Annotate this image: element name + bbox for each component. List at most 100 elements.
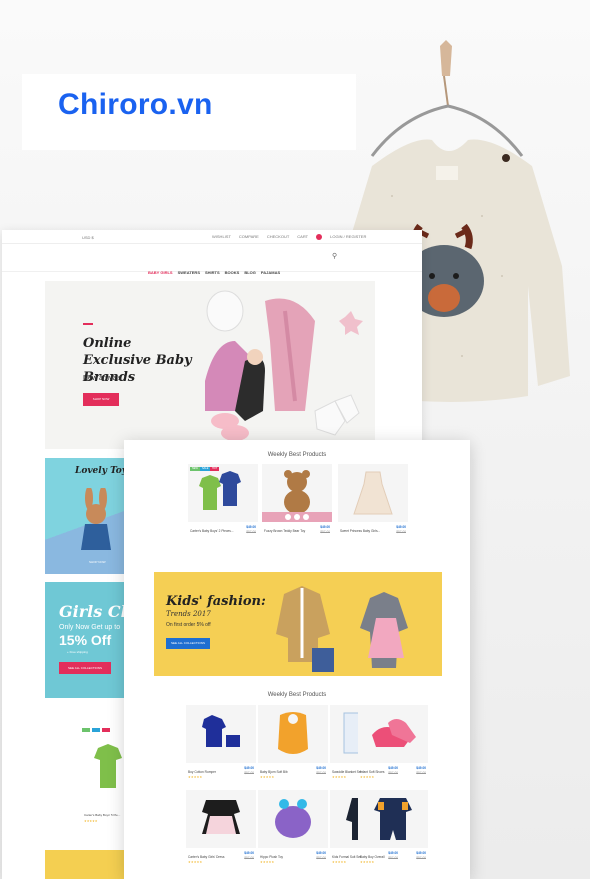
lovely-toys-card[interactable]: Lovely Toys SHOP NOW: [45, 458, 135, 574]
section-title-1: Weekly Best Products: [267, 452, 327, 458]
rating-stars: ★★★★★: [332, 775, 347, 779]
product-card[interactable]: Baby Bjorn Soft Bib $49.00 $57.00 ★★★★★: [258, 705, 328, 785]
banner-offer: On first order 5% off: [166, 622, 211, 628]
rating-stars: ★★★★★: [360, 775, 375, 779]
product-name[interactable]: Baby Boy Overall: [360, 855, 385, 859]
product-card[interactable]: Carter's Baby Girls' Dress $49.00 $57.00…: [186, 790, 256, 870]
rating-stars: ★★★★★: [260, 775, 275, 779]
product-card[interactable]: Fuzzy Brown Teddy Bear Toy $49.00 $57.00: [262, 464, 332, 544]
header: ⚲: [2, 244, 422, 272]
girls-clothes-percent: 15% Off: [59, 632, 112, 648]
rating-stars: ★★★★★: [360, 860, 375, 864]
rating-stars: ★★★★★: [188, 775, 203, 779]
search-icon[interactable]: ⚲: [332, 252, 337, 260]
new-badge: NEW: [190, 467, 200, 471]
nav-item-sweaters[interactable]: SWEATERS: [178, 270, 200, 275]
product-price: $49.00: [316, 766, 326, 770]
product-image: [199, 471, 241, 510]
product-old-price: $57.00: [244, 771, 254, 775]
nav-item-blog[interactable]: BLOG: [244, 270, 256, 275]
hot-badge: HOT: [210, 467, 220, 471]
product-name[interactable]: Swaddle Blanket Set: [332, 770, 361, 774]
product-price: $49.00: [416, 851, 426, 855]
product-card[interactable]: Baby Boy Overall $49.00 $57.00 ★★★★★: [358, 790, 428, 870]
product-name[interactable]: Baby Bjorn Soft Bib: [260, 770, 288, 774]
product-name[interactable]: Sweet Princess Baby Girls...: [340, 529, 380, 533]
product-image: [278, 712, 308, 754]
top-bar: USD $ WISHLIST COMPARE CHECKOUT CART LOG…: [2, 230, 422, 244]
girls-clothes-shipping: + Free shipping: [67, 650, 88, 654]
nav-item-baby-girls[interactable]: BABY GIRLS: [148, 270, 173, 275]
product-card[interactable]: Infant Soft Shoes $49.00 $57.00 ★★★★★: [358, 705, 428, 785]
kids-fashion-banner: Kids' fashion: Trends 2017 On first orde…: [154, 572, 442, 676]
product-price: $49.00: [244, 851, 254, 855]
banner-subtitle: Trends 2017: [166, 610, 211, 618]
product-old-price: $57.00: [246, 530, 256, 534]
nav-item-shirts[interactable]: SHIRTS: [205, 270, 220, 275]
product-name[interactable]: Carter's Baby Girls' Dress: [188, 855, 224, 859]
product-price: $49.00: [244, 766, 254, 770]
nav-item-pajamas[interactable]: PAJAMAS: [261, 270, 280, 275]
girls-clothes-line: Only Now Get up to: [59, 624, 121, 631]
hero-banner: Online Exclusive Baby Brands New arrival…: [45, 281, 375, 449]
currency-selector[interactable]: USD $: [82, 235, 94, 240]
checkout-link[interactable]: CHECKOUT: [267, 234, 289, 240]
banner-clothes-image: [276, 586, 408, 672]
cart-count-badge: [316, 234, 323, 240]
hero-accent-line: [83, 323, 93, 325]
product-image: [372, 719, 416, 747]
sale-badge: SALE: [200, 467, 211, 471]
product-price: $49.00: [396, 525, 406, 529]
svg-text:Carter's Baby Boys' 5 Pie...: Carter's Baby Boys' 5 Pie...: [84, 813, 120, 817]
girls-clothes-card[interactable]: Girls Clothes Only Now Get up to 15% Off…: [45, 582, 135, 698]
login-link[interactable]: LOGIN / REGISTER: [330, 234, 366, 240]
girls-clothes-button[interactable]: SEE ALL COLLECTIONS: [59, 662, 111, 674]
product-image: [353, 471, 393, 515]
product-price: $49.00: [320, 525, 330, 529]
rating-stars: ★★★★★: [260, 860, 275, 864]
back-yellow-strip: [45, 850, 135, 879]
watermark-box: Chiroro.vn: [22, 74, 356, 150]
product-old-price: $57.00: [316, 771, 326, 775]
section-title-2: Weekly Best Products: [267, 692, 327, 698]
product-name[interactable]: Boy Cotton Romper: [188, 770, 216, 774]
lovely-toys-shop-button[interactable]: SHOP NOW: [89, 560, 106, 564]
product-old-price: $57.00: [396, 530, 406, 534]
website-mockup-front: Weekly Best Products NEW SALE HOT Carter…: [124, 440, 470, 879]
product-card[interactable]: Sweet Princess Baby Girls... $49.00 $57.…: [338, 464, 408, 544]
hero-shop-now-button[interactable]: SHOP NOW: [83, 393, 119, 406]
banner-button[interactable]: SEE ALL COLLECTIONS: [166, 638, 210, 649]
hero-subtitle: New arrivals: [83, 375, 122, 382]
banner-title: Kids' fashion:: [166, 594, 266, 609]
product-card[interactable]: NEW SALE HOT Carter's Baby Boys' 2 Piece…: [188, 464, 258, 544]
product-image: [262, 470, 332, 522]
product-old-price: $57.00: [320, 530, 330, 534]
cart-link[interactable]: CART: [297, 234, 308, 240]
nav-item-books[interactable]: BOOKS: [225, 270, 240, 275]
product-price: $49.00: [316, 851, 326, 855]
rating-stars: ★★★★★: [332, 860, 347, 864]
product-image: [202, 715, 240, 747]
product-image: [374, 798, 412, 840]
product-old-price: $57.00: [416, 856, 426, 860]
product-name[interactable]: Fuzzy Brown Teddy Bear Toy: [264, 529, 305, 533]
watermark-text: Chiroro.vn: [58, 88, 213, 121]
hero-clothing-image: [205, 290, 363, 441]
main-nav: BABY GIRLS SWEATERS SHIRTS BOOKS BLOG PA…: [148, 270, 280, 275]
product-card[interactable]: Hippo Plush Toy $49.00 $57.00 ★★★★★: [258, 790, 328, 870]
product-name[interactable]: Infant Soft Shoes: [360, 770, 384, 774]
product-price: $49.00: [246, 525, 256, 529]
product-old-price: $57.00: [416, 771, 426, 775]
product-name[interactable]: Kids Formal Suit Set: [332, 855, 361, 859]
product-old-price: $57.00: [244, 856, 254, 860]
product-image: [275, 799, 311, 838]
wishlist-link[interactable]: WISHLIST: [212, 234, 231, 240]
product-name[interactable]: Carter's Baby Boys' 2 Pieces...: [190, 529, 234, 533]
product-price: $49.00: [416, 766, 426, 770]
product-name[interactable]: Hippo Plush Toy: [260, 855, 283, 859]
rating-stars: ★★★★★: [188, 860, 203, 864]
svg-text:★★★★★: ★★★★★: [84, 819, 98, 823]
product-old-price: $57.00: [316, 856, 326, 860]
compare-link[interactable]: COMPARE: [239, 234, 259, 240]
product-card[interactable]: Boy Cotton Romper $49.00 $57.00 ★★★★★: [186, 705, 256, 785]
